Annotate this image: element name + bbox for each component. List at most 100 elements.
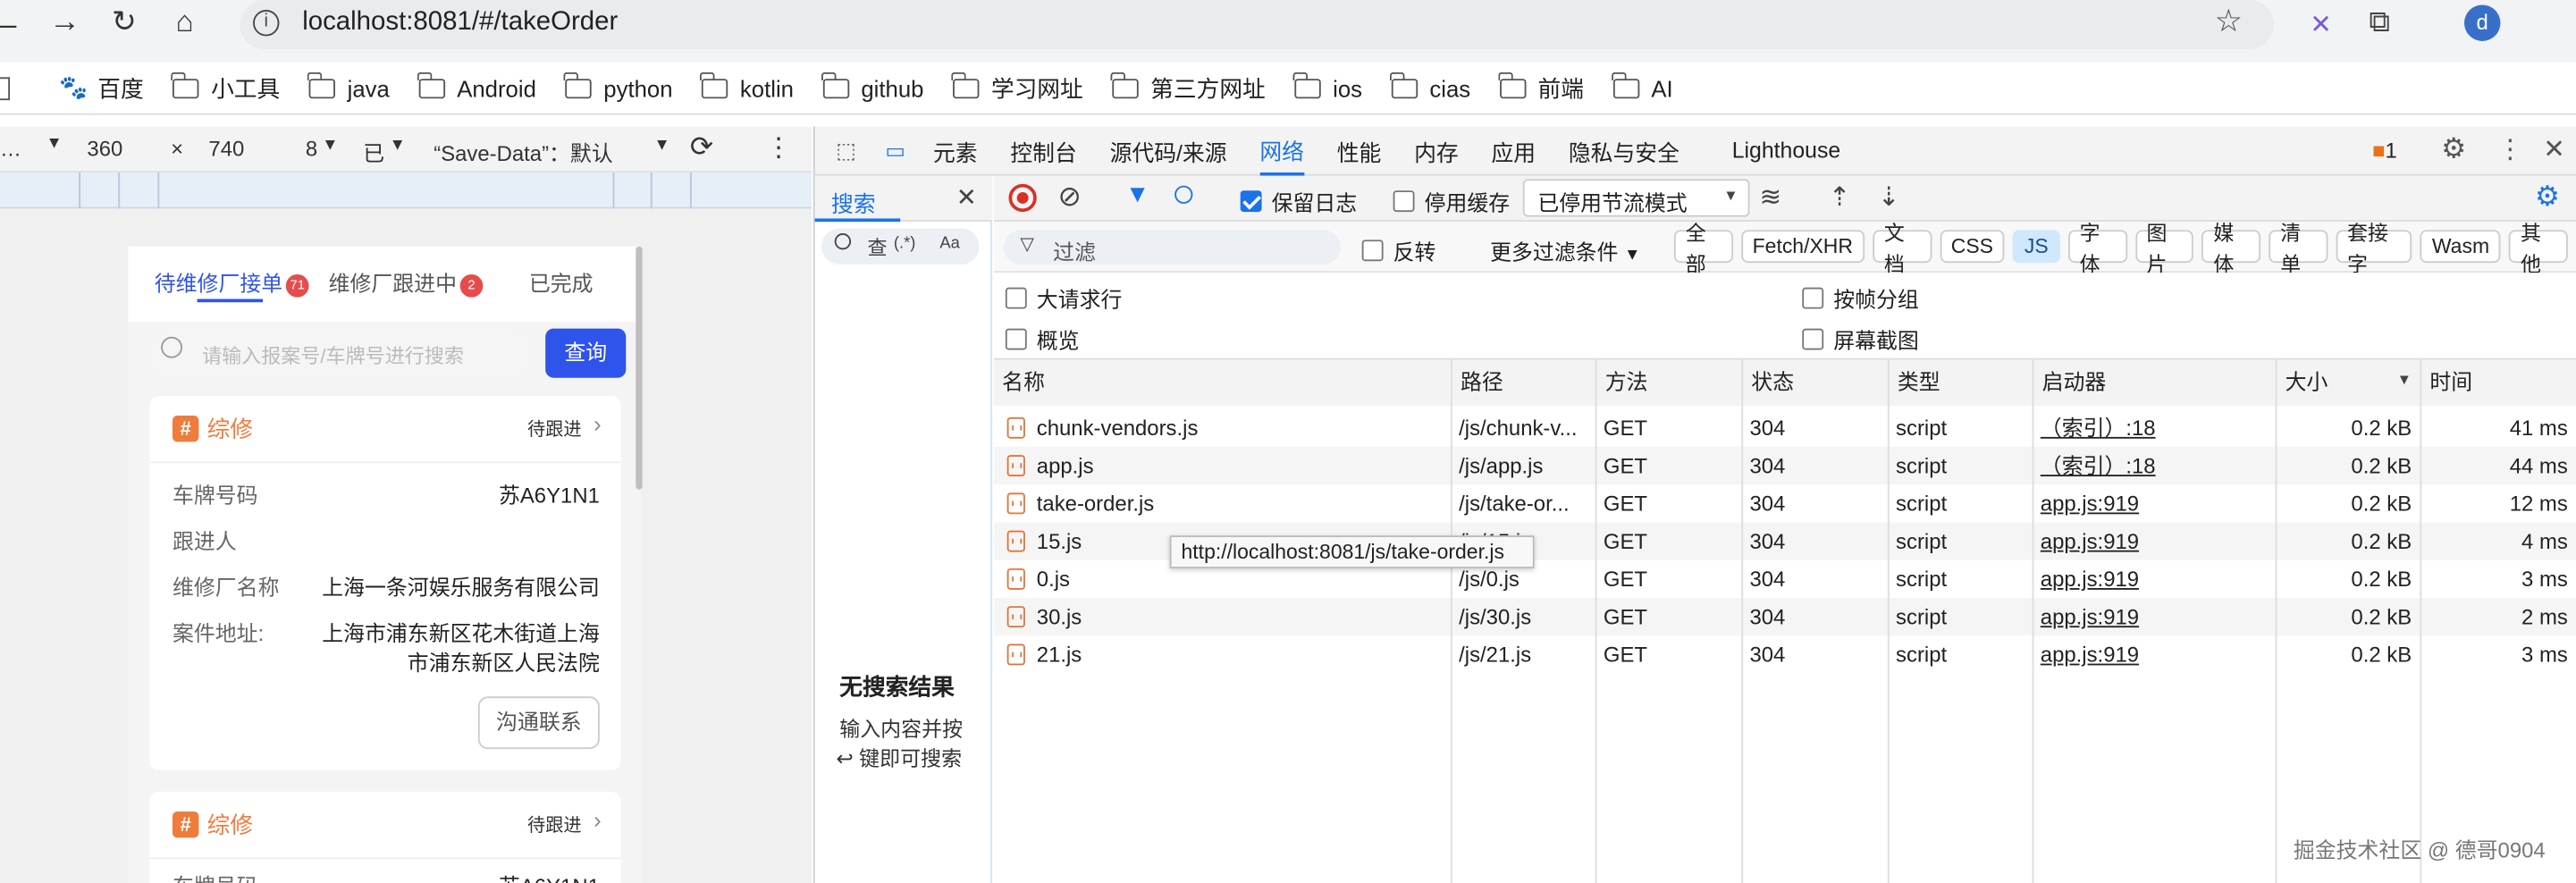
chevron-right-icon[interactable]: › (593, 411, 602, 437)
bookmark-folder[interactable]: 第三方网址 (1111, 62, 1266, 114)
type-filter-chip[interactable]: JS (2013, 230, 2060, 264)
more-options-icon[interactable]: ⋮ (2497, 133, 2523, 166)
zoom-select[interactable]: 8 (306, 137, 317, 162)
bookmark-folder[interactable]: kotlin (700, 62, 794, 114)
column-header[interactable]: 状态 (1741, 359, 1888, 406)
tab-following[interactable]: 维修厂跟进中 2 (329, 266, 484, 298)
back-icon[interactable]: – (0, 8, 16, 43)
network-settings-icon[interactable]: ⚙ (2535, 181, 2560, 214)
device-select[interactable]: … (0, 137, 21, 162)
big-rows-checkbox[interactable]: 大请求行 (1005, 282, 1122, 314)
devtools-tab[interactable]: 控制台 (1010, 126, 1076, 175)
cell-initiator[interactable]: app.js:919 (2041, 643, 2139, 668)
devtools-tab[interactable]: Lighthouse (1732, 126, 1840, 175)
type-filter-chip[interactable]: CSS (1939, 230, 2005, 264)
bookmark-folder[interactable]: 前端 (1498, 62, 1584, 114)
apps-icon[interactable] (0, 76, 11, 100)
bookmark-folder[interactable]: 学习网址 (951, 62, 1083, 114)
invert-checkbox[interactable]: 反转 (1361, 235, 1435, 266)
more-filters-dropdown[interactable]: 更多过滤条件 ▼ (1490, 235, 1640, 266)
site-info-icon[interactable]: i (253, 10, 280, 37)
column-header[interactable]: 类型 (1887, 359, 2033, 406)
forward-icon[interactable]: → (49, 5, 80, 41)
cell-initiator[interactable]: （索引）:18 (2041, 453, 2156, 478)
tab-completed[interactable]: 已完成 (529, 266, 593, 298)
type-filter-chip[interactable]: 套接字 (2336, 222, 2412, 276)
inspect-icon[interactable]: ⬚ (831, 137, 861, 163)
export-har-icon[interactable]: ⇣ (1878, 181, 1900, 214)
devtools-tab[interactable]: 应用 (1491, 126, 1536, 175)
type-filter-chip[interactable]: 图片 (2134, 222, 2194, 276)
tab-search[interactable]: 搜索 (831, 186, 876, 219)
regex-toggle[interactable]: (.*) (894, 235, 916, 253)
type-filter-chip[interactable]: 字体 (2067, 222, 2127, 276)
bookmark-folder[interactable]: 小工具 (171, 62, 280, 114)
search-icon[interactable] (1174, 185, 1193, 204)
overview-checkbox[interactable]: 概览 (1005, 324, 1080, 355)
type-filter-chip[interactable]: 媒体 (2201, 222, 2261, 276)
table-row[interactable]: 30.js/js/30.js GET 304 script app.js:919 0.2 … (993, 598, 2576, 636)
bookmark-baidu[interactable]: 🐾 百度 (59, 62, 144, 114)
sort-desc-icon[interactable]: ▼ (2397, 371, 2412, 387)
table-row[interactable]: 21.js/js/21.js GET 304 script app.js:919 0.2 … (993, 635, 2576, 674)
chevron-right-icon[interactable]: › (593, 806, 602, 832)
address-bar[interactable]: i localhost:8081/#/takeOrder ☆ (240, 0, 2274, 50)
column-header[interactable]: 名称 (993, 359, 1451, 406)
throttling-select[interactable]: 已停用节流模式 ▼ (1522, 179, 1750, 217)
devtools-tab[interactable]: 网络 (1259, 126, 1304, 175)
type-filter-chip[interactable]: 全部 (1673, 222, 1733, 276)
issues-counter[interactable]: ■1 (2372, 138, 2397, 163)
bookmark-folder[interactable]: python (564, 62, 673, 114)
order-card[interactable]: # 综修 待跟进 › 车牌号码 苏A6Y1N1 跟进人 维修厂名称 上海一条河娱乐… (149, 395, 621, 771)
table-row[interactable]: app.js/js/app.js GET 304 script （索引）:18 0.2 k… (993, 446, 2576, 485)
case-toggle[interactable]: Aa (939, 235, 959, 253)
cell-initiator[interactable]: app.js:919 (2041, 492, 2139, 517)
type-filter-chip[interactable]: 其他 (2509, 222, 2568, 276)
rotate-icon[interactable]: ⟳ (690, 131, 713, 164)
devtools-tab[interactable]: 性能 (1337, 126, 1382, 175)
bookmark-folder[interactable]: ios (1293, 62, 1362, 114)
table-row[interactable]: chunk-vendors.js/js/chunk-v... GET 304 scri… (993, 408, 2576, 447)
devtools-tab[interactable]: 元素 (933, 126, 978, 175)
network-conditions-icon[interactable]: ≋ (1759, 181, 1781, 214)
search-button[interactable]: 查询 (545, 328, 627, 378)
close-icon[interactable]: ✕ (956, 182, 977, 212)
cell-initiator[interactable]: app.js:919 (2041, 529, 2139, 554)
scrollbar[interactable] (636, 246, 643, 490)
bookmark-folder[interactable]: cias (1390, 62, 1470, 114)
profile-avatar[interactable]: d (2464, 4, 2501, 41)
type-filter-chip[interactable]: 清单 (2269, 222, 2328, 276)
group-by-frame-checkbox[interactable]: 按帧分组 (1802, 282, 1919, 314)
column-header[interactable]: 启动器 (2032, 359, 2276, 406)
table-row[interactable]: take-order.js/js/take-or... GET 304 script a… (993, 484, 2576, 523)
type-filter-chip[interactable]: 文档 (1873, 222, 1932, 276)
settings-icon[interactable]: ⚙ (2441, 133, 2466, 166)
chevron-down-icon[interactable]: ▼ (46, 135, 62, 153)
bookmark-star-icon[interactable]: ☆ (2215, 4, 2243, 41)
reload-icon[interactable]: ↻ (112, 5, 137, 40)
cell-initiator[interactable]: （索引）:18 (2041, 416, 2156, 441)
filter-icon[interactable]: ▼ (1125, 181, 1149, 208)
width-input[interactable]: 360 (87, 137, 122, 162)
throttle-select[interactable]: 已 (363, 137, 384, 168)
contact-button[interactable]: 沟通联系 (477, 696, 600, 750)
cell-initiator[interactable]: app.js:919 (2041, 604, 2139, 629)
devtools-tab[interactable]: 源代码/来源 (1110, 126, 1227, 175)
type-filter-chip[interactable]: Fetch/XHR (1740, 230, 1865, 264)
screenshots-checkbox[interactable]: 屏幕截图 (1802, 324, 1919, 355)
column-header[interactable]: 方法 (1595, 359, 1742, 406)
import-har-icon[interactable]: ⇡ (1829, 181, 1851, 214)
clear-icon[interactable]: ⊘ (1058, 181, 1082, 214)
cell-initiator[interactable]: app.js:919 (2041, 567, 2139, 592)
devtools-search-input[interactable]: 查 (.*) Aa (821, 228, 980, 265)
height-input[interactable]: 740 (208, 137, 244, 162)
tab-pending-accept[interactable]: 待维修厂接单 71 (155, 266, 309, 298)
column-header[interactable]: 时间 (2420, 359, 2576, 406)
column-header[interactable]: 路径 (1450, 359, 1595, 406)
extensions-puzzle-icon[interactable]: ⧉ (2369, 5, 2390, 40)
devtools-tab[interactable]: 内存 (1414, 126, 1459, 175)
home-icon[interactable]: ⌂ (176, 5, 194, 40)
filter-input[interactable]: ▽ 过滤 (1004, 230, 1341, 265)
devtools-tab[interactable]: 隐私与安全 (1569, 126, 1679, 175)
preserve-log-checkbox[interactable]: 保留日志 (1240, 186, 1357, 217)
